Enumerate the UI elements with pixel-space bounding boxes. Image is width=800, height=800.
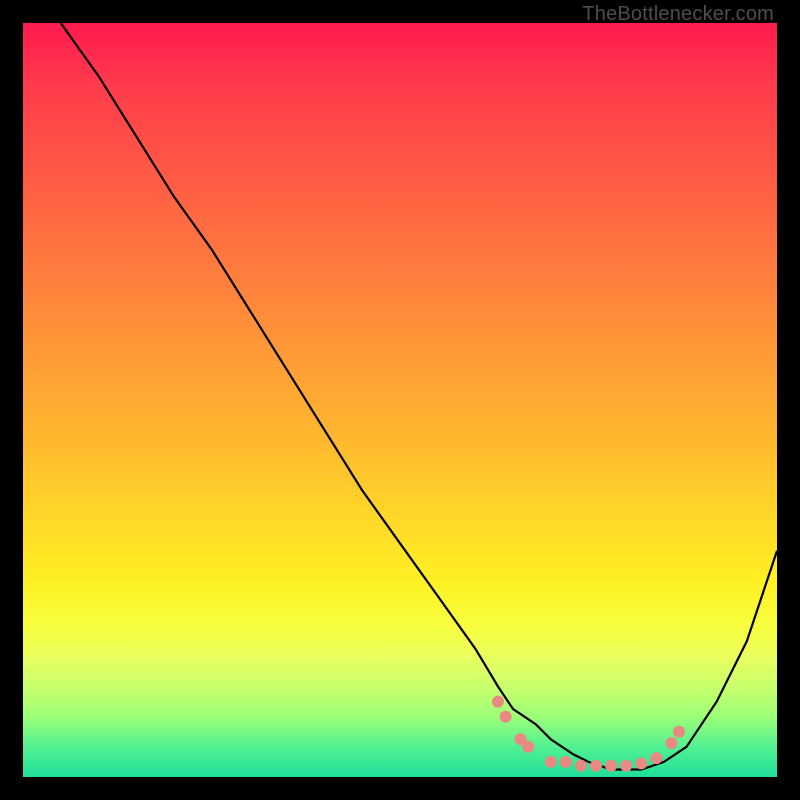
marker-dot (560, 756, 572, 768)
marker-dot (590, 760, 602, 772)
chart-svg (23, 23, 777, 777)
bottleneck-chart (23, 23, 777, 777)
marker-dot (492, 696, 504, 708)
marker-dot (635, 757, 647, 769)
marker-dot (522, 741, 534, 753)
optimal-range-markers (492, 696, 685, 772)
marker-dot (620, 760, 632, 772)
marker-dot (545, 756, 557, 768)
marker-dot (673, 726, 685, 738)
bottleneck-curve-path (61, 23, 777, 770)
marker-dot (665, 737, 677, 749)
marker-dot (575, 760, 587, 772)
marker-dot (500, 711, 512, 723)
marker-dot (650, 752, 662, 764)
marker-dot (605, 760, 617, 772)
